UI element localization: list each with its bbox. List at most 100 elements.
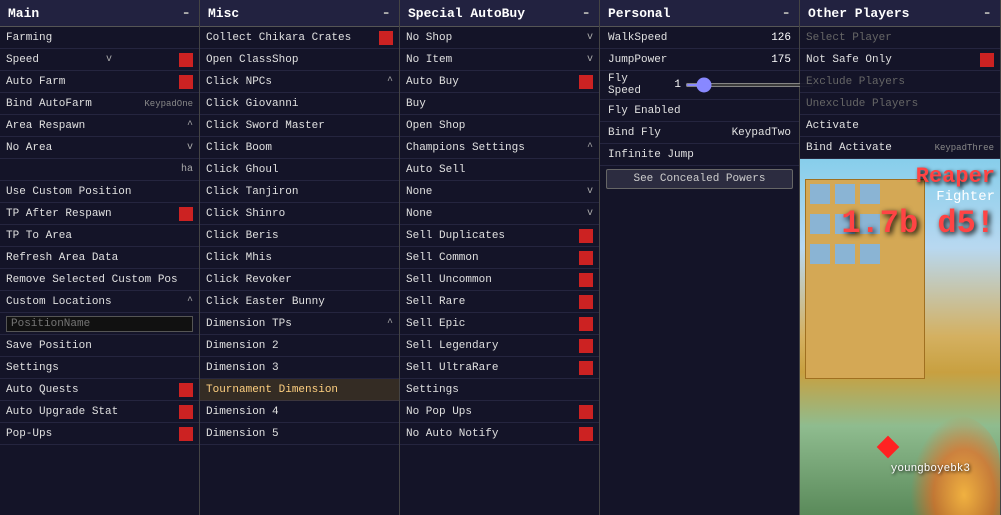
sell-epic-btn[interactable]: Sell Epic [400,313,599,335]
click-shinro-btn[interactable]: Click Shinro [200,203,399,225]
remove-custom-pos-btn[interactable]: Remove Selected Custom Pos [0,269,199,291]
no-popups-toggle[interactable] [579,405,593,419]
sell-option2-btn[interactable]: Nonev [400,203,599,225]
speed-btn[interactable]: Speedv [0,49,199,71]
diamond-icon [877,436,900,459]
click-easter-bunny-btn[interactable]: Click Easter Bunny [200,291,399,313]
sell-rare-btn[interactable]: Sell Rare [400,291,599,313]
dimension-3-btn[interactable]: Dimension 3 [200,357,399,379]
click-boom-btn[interactable]: Click Boom [200,137,399,159]
dimension-4-btn[interactable]: Dimension 4 [200,401,399,423]
no-notify-toggle[interactable] [579,427,593,441]
open-classshop-btn[interactable]: Open ClassShop [200,49,399,71]
settings-btn-special[interactable]: Settings [400,379,599,401]
chikara-toggle[interactable] [379,31,393,45]
auto-upgrade-btn[interactable]: Auto Upgrade Stat [0,401,199,423]
sell-uncommon-btn[interactable]: Sell Uncommon [400,269,599,291]
auto-buy-btn[interactable]: Auto Buy [400,71,599,93]
sell-common-toggle[interactable] [579,251,593,265]
dimension-5-btn[interactable]: Dimension 5 [200,423,399,445]
click-giovanni-btn[interactable]: Click Giovanni [200,93,399,115]
tournament-dimension-btn[interactable]: Tournament Dimension [200,379,399,401]
jumppower-label: JumpPower [608,54,751,66]
popups-toggle[interactable] [179,427,193,441]
sell-dup-toggle[interactable] [579,229,593,243]
no-auto-notify-btn[interactable]: No Auto Notify [400,423,599,445]
personal-minimize[interactable]: - [781,4,791,22]
main-title: Main [8,6,39,21]
walkspeed-value: 126 [751,32,791,44]
click-ghoul-btn[interactable]: Click Ghoul [200,159,399,181]
main-minimize[interactable]: - [181,4,191,22]
position-name-input[interactable] [6,316,193,332]
reaper-overlay: Reaper Fighter 1.7b d5! [841,164,995,242]
champions-settings-btn[interactable]: Champions Settings^ [400,137,599,159]
flyspeed-slider[interactable] [685,83,814,87]
sell-epic-toggle[interactable] [579,317,593,331]
click-npcs-btn[interactable]: Click NPCs^ [200,71,399,93]
open-shop-btn[interactable]: Open Shop [400,115,599,137]
dimension-2-btn[interactable]: Dimension 2 [200,335,399,357]
sell-legendary-btn[interactable]: Sell Legendary [400,335,599,357]
sell-uncommon-toggle[interactable] [579,273,593,287]
auto-farm-btn[interactable]: Auto Farm [0,71,199,93]
no-popups-btn[interactable]: No Pop Ups [400,401,599,423]
buy-btn[interactable]: Buy [400,93,599,115]
click-tanjiron-btn[interactable]: Click Tanjiron [200,181,399,203]
select-player-btn[interactable]: Select Player [800,27,1000,49]
sell-duplicates-btn[interactable]: Sell Duplicates [400,225,599,247]
refresh-area-btn[interactable]: Refresh Area Data [0,247,199,269]
no-item-btn[interactable]: No Itemv [400,49,599,71]
misc-minimize[interactable]: - [381,4,391,22]
sell-ultrarare-toggle[interactable] [579,361,593,375]
custom-locations-btn[interactable]: Custom Locations^ [0,291,199,313]
click-mhis-btn[interactable]: Click Mhis [200,247,399,269]
personal-panel: Personal - WalkSpeed 126 JumpPower 175 F… [600,0,800,515]
bind-autofarm-btn[interactable]: Bind AutoFarmKeypadOne [0,93,199,115]
sell-rare-toggle[interactable] [579,295,593,309]
no-shop-btn[interactable]: No Shopv [400,27,599,49]
auto-quests-btn[interactable]: Auto Quests [0,379,199,401]
not-safe-only-btn[interactable]: Not Safe Only [800,49,1000,71]
misc-panel-header: Misc - [200,0,399,27]
sell-ultrarare-btn[interactable]: Sell UltraRare [400,357,599,379]
settings-btn-main[interactable]: Settings [0,357,199,379]
see-concealed-btn[interactable]: See Concealed Powers [606,169,793,189]
sell-common-btn[interactable]: Sell Common [400,247,599,269]
auto-farm-toggle[interactable] [179,75,193,89]
special-minimize[interactable]: - [581,4,591,22]
fighter-label: Fighter [841,189,995,205]
sell-option1-btn[interactable]: Nonev [400,181,599,203]
area-extra-btn[interactable]: ha [0,159,199,181]
click-revoker-btn[interactable]: Click Revoker [200,269,399,291]
sell-legendary-toggle[interactable] [579,339,593,353]
popups-btn[interactable]: Pop-Ups [0,423,199,445]
auto-quests-toggle[interactable] [179,383,193,397]
save-position-btn[interactable]: Save Position [0,335,199,357]
area-respawn-btn[interactable]: Area Respawn^ [0,115,199,137]
no-area-btn[interactable]: No Areav [0,137,199,159]
speed-toggle[interactable] [179,53,193,67]
farming-btn[interactable]: Farming [0,27,199,49]
auto-buy-toggle[interactable] [579,75,593,89]
tp-after-respawn-btn[interactable]: TP After Respawn [0,203,199,225]
auto-upgrade-toggle[interactable] [179,405,193,419]
special-panel: Special AutoBuy - No Shopv No Itemv Auto… [400,0,600,515]
use-custom-pos-btn[interactable]: Use Custom Position [0,181,199,203]
collect-chikara-btn[interactable]: Collect Chikara Crates [200,27,399,49]
not-safe-toggle[interactable] [980,53,994,67]
other-minimize[interactable]: - [982,4,992,22]
auto-sell-btn[interactable]: Auto Sell [400,159,599,181]
unexclude-players-btn[interactable]: Unexclude Players [800,93,1000,115]
tp-to-area-btn[interactable]: TP To Area [0,225,199,247]
misc-title: Misc [208,6,239,21]
personal-title: Personal [608,6,670,21]
click-sword-master-btn[interactable]: Click Sword Master [200,115,399,137]
click-beris-btn[interactable]: Click Beris [200,225,399,247]
exclude-players-btn[interactable]: Exclude Players [800,71,1000,93]
tp-respawn-toggle[interactable] [179,207,193,221]
activate-btn[interactable]: Activate [800,115,1000,137]
bind-activate-btn[interactable]: Bind ActivateKeypadThree [800,137,1000,159]
walkspeed-label: WalkSpeed [608,32,751,44]
dimension-tps-btn[interactable]: Dimension TPs^ [200,313,399,335]
